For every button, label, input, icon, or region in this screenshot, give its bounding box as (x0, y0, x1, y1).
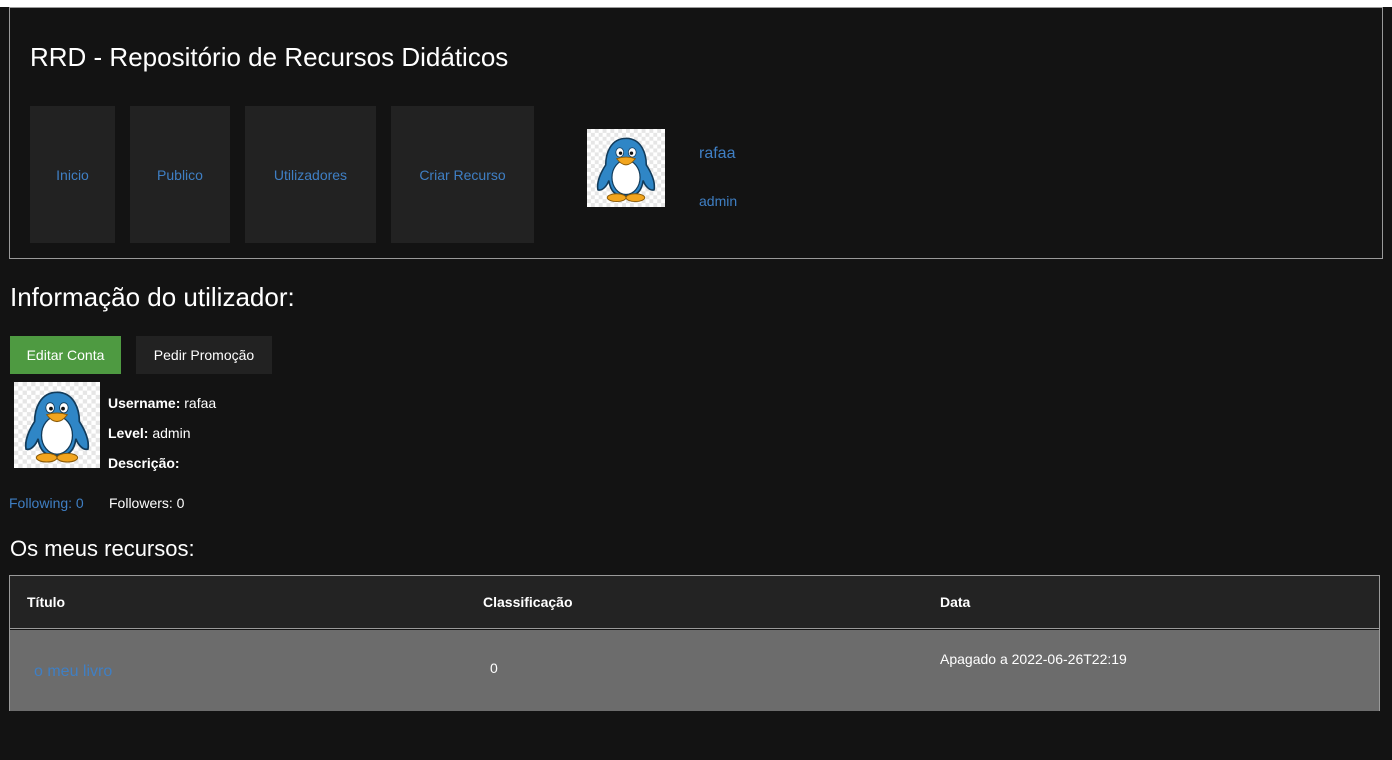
username-label: Username: (108, 395, 181, 411)
table-row: o meu livro 0 Apagado a 2022-06-26T22:19 (10, 630, 1379, 711)
description-label: Descrição: (108, 455, 180, 471)
column-header-data: Data (940, 594, 971, 610)
resource-rating: 0 (490, 660, 498, 676)
resource-title-link[interactable]: o meu livro (34, 663, 112, 681)
table-header: Título Classificação Data (10, 576, 1379, 629)
profile-level: Level: admin (108, 425, 191, 441)
penguin-avatar-icon (14, 382, 100, 468)
header-username-link[interactable]: rafaa (699, 145, 735, 163)
followers-count: Followers: 0 (109, 495, 185, 511)
nav-publico[interactable]: Publico (130, 106, 230, 243)
my-resources-title: Os meus recursos: (10, 536, 195, 561)
username-value: rafaa (184, 395, 217, 411)
resource-date: Apagado a 2022-06-26T22:19 (940, 651, 1127, 667)
following-link[interactable]: Following: 0 (9, 495, 84, 511)
column-header-titulo: Título (27, 594, 66, 610)
site-title: RRD - Repositório de Recursos Didáticos (30, 42, 509, 72)
user-info-title: Informação do utilizador: (10, 282, 295, 312)
nav-utilizadores[interactable]: Utilizadores (245, 106, 376, 243)
nav-criar-recurso[interactable]: Criar Recurso (391, 106, 534, 243)
window-top-strip (0, 0, 1392, 7)
penguin-avatar-icon (587, 129, 665, 207)
site-header: RRD - Repositório de Recursos Didáticos … (9, 7, 1383, 259)
level-value: admin (152, 425, 191, 441)
level-label: Level: (108, 425, 149, 441)
header-level-link[interactable]: admin (699, 193, 737, 209)
edit-account-button[interactable]: Editar Conta (10, 336, 121, 374)
column-header-classificacao: Classificação (483, 594, 573, 610)
request-promotion-button[interactable]: Pedir Promoção (136, 336, 272, 374)
profile-username: Username: rafaa (108, 395, 216, 411)
nav-inicio[interactable]: Inicio (30, 106, 115, 243)
resources-table: Título Classificação Data o meu livro 0 … (9, 575, 1380, 711)
profile-description: Descrição: (108, 455, 180, 471)
